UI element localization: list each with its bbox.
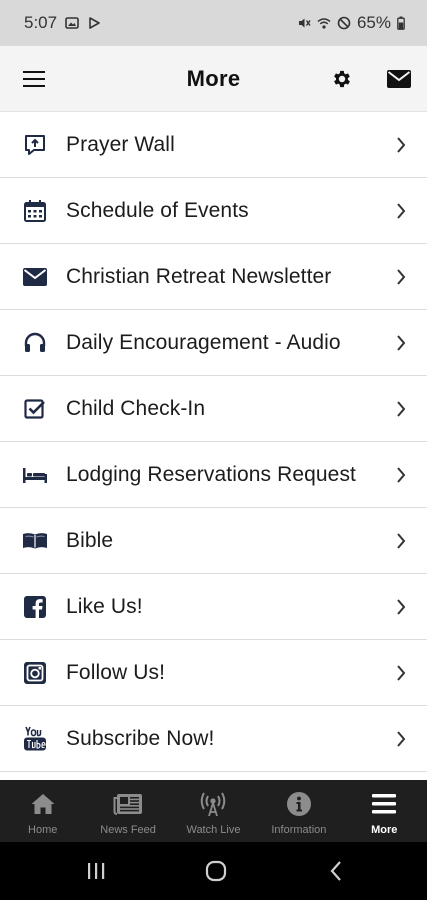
headphones-icon — [22, 330, 48, 356]
calendar-icon — [22, 198, 48, 224]
hamburger-icon — [23, 71, 45, 87]
menu-item-label: Subscribe Now! — [66, 726, 215, 750]
back-arrow-icon — [330, 861, 341, 881]
settings-button[interactable] — [320, 46, 364, 112]
system-navigation-bar — [0, 842, 427, 900]
menu-item-schedule-of-events[interactable]: Schedule of Events — [0, 178, 427, 244]
menu-item-label: Bible — [66, 528, 114, 552]
newspaper-icon — [113, 790, 143, 818]
menu-item-newsletter[interactable]: Christian Retreat Newsletter — [0, 244, 427, 310]
chevron-right-icon — [395, 664, 407, 682]
checkbox-icon — [22, 396, 48, 422]
menu-item-label: Schedule of Events — [66, 198, 249, 222]
menu-item-label: Follow Us! — [66, 660, 166, 684]
menu-item-prayer-wall[interactable]: Prayer Wall — [0, 112, 427, 178]
tab-home[interactable]: Home — [0, 780, 85, 842]
chevron-right-icon — [395, 598, 407, 616]
menu-item-follow-us[interactable]: Follow Us! — [0, 640, 427, 706]
menu-item-label: Daily Encouragement - Audio — [66, 330, 341, 354]
menu-item-child-check-in[interactable]: Child Check-In — [0, 376, 427, 442]
facebook-icon — [22, 594, 48, 620]
envelope-icon — [387, 70, 411, 88]
tab-label: Information — [271, 824, 327, 836]
menu-icon — [369, 790, 399, 818]
recent-apps-icon — [88, 863, 105, 879]
menu-item-like-us[interactable]: Like Us! — [0, 574, 427, 640]
messages-button[interactable] — [377, 46, 421, 112]
menu-item-label: Like Us! — [66, 594, 143, 618]
tab-label: More — [371, 824, 398, 836]
mute-icon — [297, 16, 311, 30]
menu-item-label: Christian Retreat Newsletter — [66, 264, 332, 288]
menu-item-label: Prayer Wall — [66, 132, 175, 156]
tab-watch-live[interactable]: Watch Live — [171, 780, 256, 842]
menu-item-label: Lodging Reservations Request — [66, 462, 356, 486]
chevron-right-icon — [395, 400, 407, 418]
envelope-icon — [22, 264, 48, 290]
book-icon — [22, 528, 48, 554]
menu-item-subscribe-now[interactable]: Subscribe Now! — [0, 706, 427, 772]
tab-label: Home — [28, 824, 58, 836]
bed-icon — [22, 462, 48, 488]
chevron-right-icon — [395, 136, 407, 154]
hamburger-menu-button[interactable] — [12, 46, 56, 112]
status-bar: 5:07 65% — [0, 0, 427, 46]
chevron-right-icon — [395, 268, 407, 286]
home-circle-icon — [205, 860, 227, 882]
menu-item-label: Child Check-In — [66, 396, 206, 420]
chevron-right-icon — [395, 532, 407, 550]
menu-item-daily-encouragement-audio[interactable]: Daily Encouragement - Audio — [0, 310, 427, 376]
wifi-icon — [317, 16, 331, 30]
status-time: 5:07 — [24, 13, 58, 32]
battery-percentage: 65% — [356, 13, 391, 32]
bottom-tab-bar: Home News Feed Watch Live Information Mo… — [0, 780, 427, 842]
gear-icon — [334, 70, 350, 88]
recent-apps-button[interactable] — [66, 842, 126, 900]
home-nav-button[interactable] — [186, 842, 246, 900]
page-title: More — [186, 65, 241, 91]
home-icon — [28, 790, 58, 818]
info-icon — [284, 790, 314, 818]
instagram-icon — [22, 660, 48, 686]
tab-news-feed[interactable]: News Feed — [85, 780, 170, 842]
tab-information[interactable]: Information — [256, 780, 341, 842]
chevron-right-icon — [395, 730, 407, 748]
tab-label: News Feed — [100, 824, 156, 836]
status-left: 5:07 — [24, 13, 101, 33]
back-nav-button[interactable] — [306, 842, 366, 900]
chevron-right-icon — [395, 202, 407, 220]
do-not-disturb-icon — [337, 16, 351, 30]
speech-bubble-icon — [22, 132, 48, 158]
chevron-right-icon — [395, 334, 407, 352]
status-right: 65% — [297, 13, 405, 33]
broadcast-icon — [198, 790, 228, 818]
gallery-notification-icon — [65, 16, 79, 30]
menu-item-bible[interactable]: Bible — [0, 508, 427, 574]
tab-more[interactable]: More — [342, 780, 427, 842]
youtube-icon — [22, 726, 48, 752]
more-menu-list: Prayer Wall Schedule of Events Christian… — [0, 112, 427, 772]
menu-item-lodging-reservations[interactable]: Lodging Reservations Request — [0, 442, 427, 508]
play-notification-icon — [87, 16, 101, 30]
chevron-right-icon — [395, 466, 407, 484]
app-header: More — [0, 46, 427, 112]
tab-label: Watch Live — [186, 824, 241, 836]
battery-icon — [397, 16, 405, 30]
